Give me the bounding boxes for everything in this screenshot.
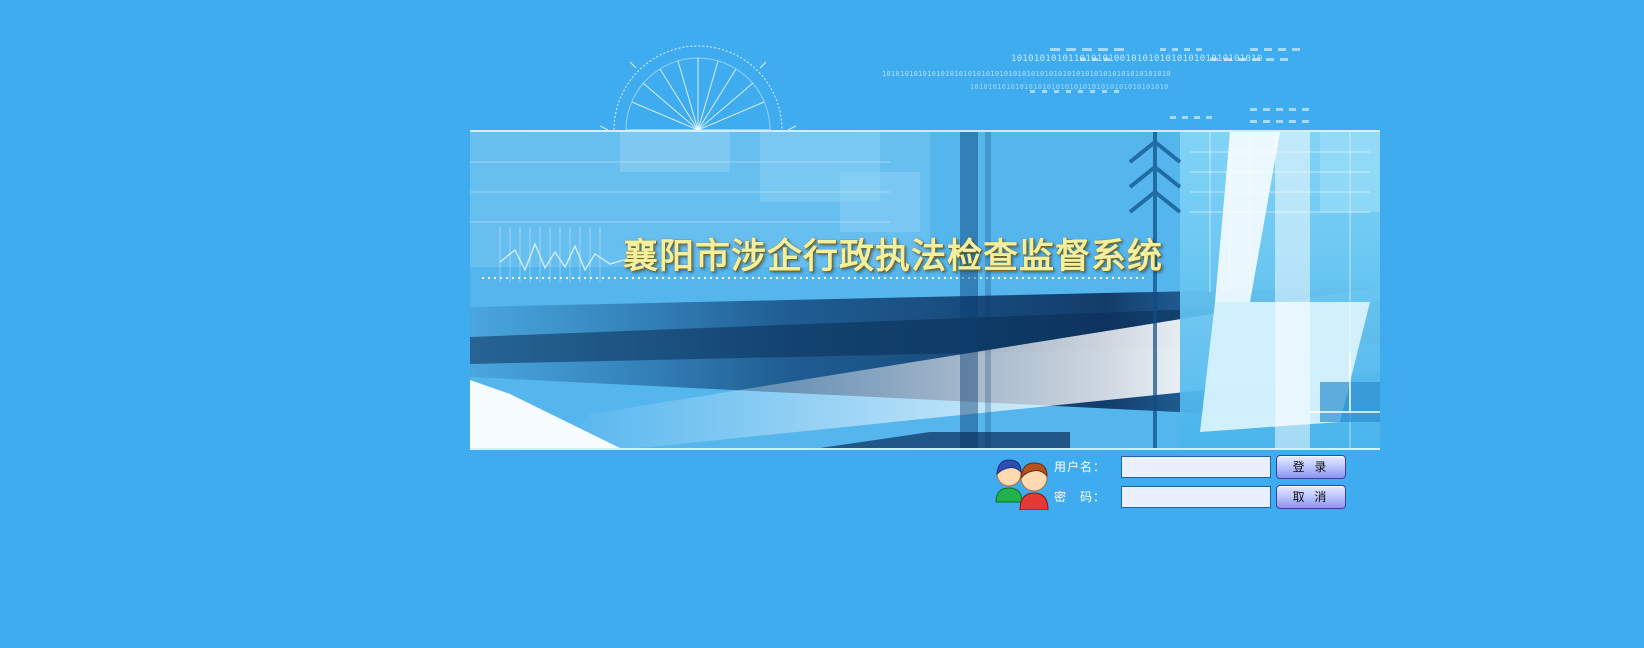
username-label: 用户名： (1054, 460, 1107, 474)
top-decoration: 1010101010110101010010101010101010101010… (470, 40, 1380, 215)
cancel-button[interactable]: 取 消 (1276, 485, 1346, 509)
login-page: 1010101010110101010010101010101010101010… (0, 0, 1644, 648)
login-panel: 用户名： 登 录 密 码： 取 消 (993, 454, 1353, 514)
binary-decor-line-1: 1010101010110101010010101010101010101010… (1011, 54, 1263, 64)
header-banner: 襄阳市涉企行政执法检查监督系统 (470, 130, 1380, 450)
binary-decor-line-3: 1010101010101010101010101010101010101010… (970, 83, 1169, 91)
binary-decor-line-2: 1010101010101010101010101010101010101010… (882, 70, 1171, 78)
password-input[interactable] (1121, 486, 1271, 508)
username-input[interactable] (1121, 456, 1271, 478)
password-label: 密 码： (1054, 490, 1107, 504)
system-title: 襄阳市涉企行政执法检查监督系统 (623, 236, 1164, 277)
banner-graphic (470, 132, 1380, 448)
users-icon (993, 454, 1051, 511)
login-button[interactable]: 登 录 (1276, 455, 1346, 479)
